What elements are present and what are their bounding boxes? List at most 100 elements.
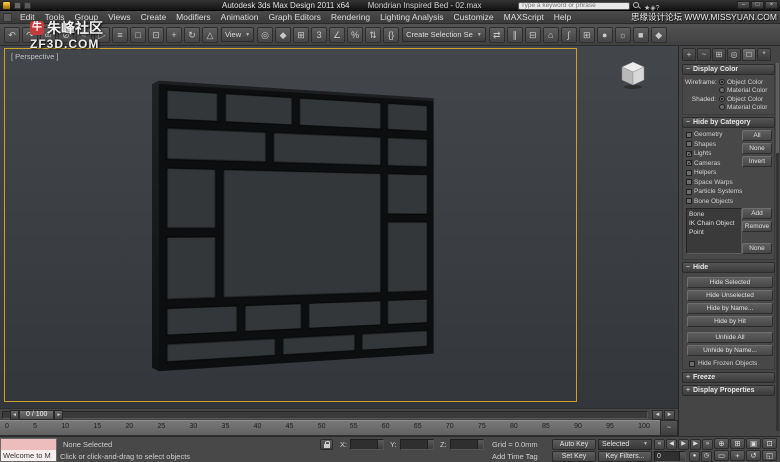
category-checkbox[interactable]: Helpers [686, 168, 742, 178]
mondrian-shelf-object[interactable] [151, 80, 434, 372]
rollout-header[interactable]: − Display Color [682, 64, 775, 75]
y-coordinate-field[interactable] [400, 439, 434, 450]
category-checkbox[interactable]: Geometry [686, 130, 742, 140]
angle-snap-icon[interactable]: ∠ [329, 26, 346, 43]
add-time-tag[interactable]: Add Time Tag [492, 452, 538, 461]
hide-button[interactable]: Hide Selected [687, 277, 773, 288]
zoom-extents-all-icon[interactable]: ⊡ [762, 438, 777, 449]
category-checkbox[interactable]: Shapes [686, 140, 742, 150]
pan-icon[interactable]: + [730, 450, 745, 461]
go-to-start-button[interactable]: « [654, 439, 665, 450]
minimize-button[interactable]: – [737, 1, 750, 9]
list-item[interactable]: Point [688, 228, 740, 237]
select-and-rotate-icon[interactable]: ↻ [184, 26, 200, 43]
zoom-extents-icon[interactable]: ▣ [746, 438, 761, 449]
time-slider-handle[interactable]: ◄ 0 / 100 ► [10, 410, 64, 420]
hide-button[interactable]: Hide by Name... [687, 303, 773, 314]
rollout-header[interactable]: + Display Properties [682, 385, 775, 396]
select-and-link-icon[interactable]: ∞ [40, 26, 56, 43]
selection-lock-toggle[interactable] [320, 439, 333, 450]
rollout-header[interactable]: + Freeze [682, 372, 775, 383]
rollout-header[interactable]: − Hide by Category [682, 117, 775, 128]
edit-named-selection-sets-icon[interactable]: {} [383, 26, 400, 43]
mini-curve-editor-button[interactable]: ~ [660, 420, 678, 436]
spinner-icon[interactable] [377, 440, 383, 449]
mirror-icon[interactable]: ⇄ [488, 26, 505, 43]
maximize-viewport-icon[interactable]: ◱ [762, 450, 777, 461]
display-tab[interactable]: □ [742, 48, 756, 61]
utilities-tab[interactable]: * [757, 48, 771, 61]
menu-item[interactable]: Tools [40, 12, 70, 22]
x-coordinate-field[interactable] [350, 439, 384, 450]
orbit-icon[interactable]: ↺ [746, 450, 761, 461]
application-button[interactable] [2, 1, 11, 10]
hide-button[interactable]: Hide Unselected [687, 290, 773, 301]
hide-button[interactable]: Hide by Hit [687, 316, 773, 327]
schematic-view-icon[interactable]: ⊞ [578, 26, 595, 43]
menu-item[interactable]: Create [136, 12, 172, 22]
category-action-button[interactable]: All [742, 130, 772, 141]
render-production-icon[interactable]: ◆ [650, 26, 667, 43]
radio-option[interactable]: Object Color [719, 78, 767, 86]
next-frame-arrow[interactable]: ► [54, 410, 64, 420]
key-filters-button[interactable]: Key Filters... [598, 451, 652, 462]
auto-key-button[interactable]: Auto Key [552, 439, 596, 450]
add-button[interactable]: Add [742, 208, 772, 219]
listener-output-line[interactable]: Welcome to M [1, 450, 56, 461]
viewcube[interactable] [616, 58, 650, 90]
maxscript-mini-listener[interactable]: Welcome to M [0, 438, 57, 462]
category-checkbox[interactable]: Cameras [686, 159, 742, 169]
zoom-region-icon[interactable]: ▭ [714, 450, 729, 461]
rectangular-selection-region-icon[interactable]: □ [130, 26, 146, 43]
spinner-snap-icon[interactable]: ⇅ [365, 26, 382, 43]
time-configuration-button[interactable]: ◷ [701, 451, 712, 462]
hide-button[interactable]: Unhide by Name... [687, 345, 773, 356]
menu-item[interactable]: Graph Editors [263, 12, 325, 22]
align-icon[interactable]: ∥ [506, 26, 523, 43]
z-coordinate-field[interactable] [450, 439, 484, 450]
rendered-frame-window-icon[interactable]: ■ [632, 26, 649, 43]
menu-item[interactable]: Edit [15, 12, 40, 22]
curve-editor-icon[interactable]: ∫ [560, 26, 577, 43]
maximize-button[interactable]: □ [751, 1, 764, 9]
current-frame-field[interactable]: 0 [654, 451, 686, 462]
layer-manager-icon[interactable]: ⊟ [524, 26, 541, 43]
search-icon[interactable] [633, 1, 641, 10]
time-slider-option-button[interactable]: ► [664, 410, 675, 420]
hierarchy-tab[interactable]: ⊞ [712, 48, 726, 61]
create-tab[interactable]: + [682, 48, 696, 61]
named-selection-set-dropdown[interactable]: Create Selection Se ▼ [402, 27, 486, 42]
zoom-all-icon[interactable]: ⊞ [730, 438, 745, 449]
bind-to-space-warp-icon[interactable]: ≈ [76, 26, 92, 43]
radio-option[interactable]: Object Color [719, 95, 767, 103]
redo-icon[interactable]: ↷ [22, 26, 38, 43]
select-and-manipulate-icon[interactable]: ◆ [275, 26, 292, 43]
viewport-label[interactable]: [ Perspective ] [11, 52, 59, 61]
panel-scrollbar[interactable] [776, 63, 779, 431]
menu-item[interactable]: MAXScript [499, 12, 549, 22]
render-setup-icon[interactable]: ☼ [614, 26, 631, 43]
undo-icon[interactable]: ↶ [4, 26, 20, 43]
category-action-button[interactable]: None [742, 143, 772, 154]
menu-item[interactable]: Lighting Analysis [375, 12, 448, 22]
remove-button[interactable]: Remove [742, 221, 772, 232]
category-checkbox[interactable]: Space Warps [686, 178, 742, 188]
select-and-move-icon[interactable]: + [166, 26, 182, 43]
snap-toggle-3d-icon[interactable]: 3 [311, 26, 328, 43]
category-listbox[interactable]: Bone IK Chain Object Point [686, 208, 742, 254]
list-item[interactable]: IK Chain Object [688, 219, 740, 228]
category-checkbox[interactable]: Lights [686, 149, 742, 159]
none-button[interactable]: None [742, 243, 772, 254]
menu-item[interactable]: Help [549, 12, 576, 22]
percent-snap-icon[interactable]: % [347, 26, 364, 43]
category-checkbox[interactable]: Particle Systems [686, 187, 742, 197]
spinner-icon[interactable] [427, 440, 433, 449]
hide-frozen-checkbox[interactable]: Hide Frozen Objects [687, 360, 770, 367]
viewport-area[interactable]: [ Perspective ] [0, 46, 678, 408]
spinner-icon[interactable] [679, 452, 685, 461]
close-button[interactable]: × [765, 1, 778, 9]
key-selection-dropdown[interactable]: ▼ Selected [598, 439, 652, 450]
material-editor-icon[interactable]: ● [596, 26, 613, 43]
rollout-header[interactable]: − Hide [682, 262, 775, 273]
modify-tab[interactable]: ~ [697, 48, 711, 61]
